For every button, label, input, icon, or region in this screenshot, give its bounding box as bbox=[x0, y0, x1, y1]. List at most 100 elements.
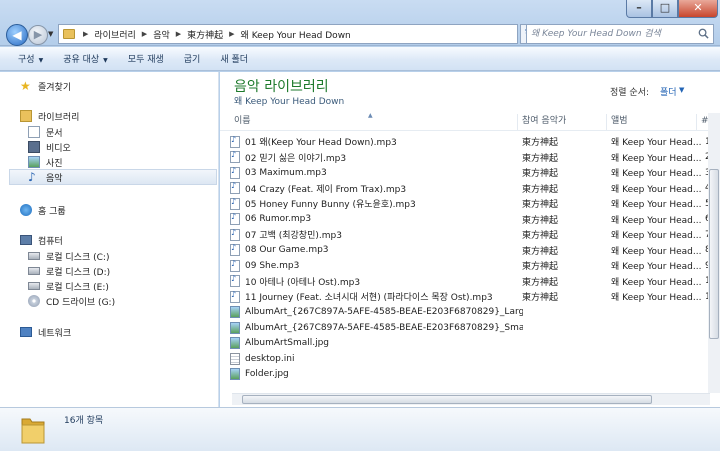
nav-videos[interactable]: 비디오 bbox=[28, 139, 71, 155]
forward-button[interactable]: ▶ bbox=[28, 25, 48, 45]
file-album: 왜 Keep Your Head... bbox=[611, 169, 701, 179]
file-album: 왜 Keep Your Head... bbox=[611, 184, 701, 195]
file-row[interactable]: 09 She.mp3東方神起왜 Keep Your Head...9 bbox=[230, 258, 711, 273]
file-album: 왜 Keep Your Head... bbox=[611, 262, 701, 272]
search-icon[interactable] bbox=[698, 28, 709, 39]
file-row[interactable]: AlbumArt_{267C897A-5AFE-4585-BEAE-E203F6… bbox=[230, 305, 523, 320]
new-folder-button[interactable]: 새 폴더 bbox=[214, 52, 262, 65]
sort-dropdown[interactable]: 폴더 bbox=[660, 85, 677, 98]
nav-libraries[interactable]: 라이브러리 bbox=[20, 108, 79, 124]
content-pane: 음악 라이브러리 왜 Keep Your Head Down 정렬 순서: 폴더… bbox=[220, 72, 720, 407]
file-row[interactable]: AlbumArt_{267C897A-5AFE-4585-BEAE-E203F6… bbox=[230, 320, 523, 335]
network-icon bbox=[20, 327, 32, 337]
organize-button[interactable]: 구성 ▼ bbox=[12, 52, 57, 65]
file-artist: 東方神起 bbox=[522, 231, 559, 241]
file-artist: 東方神起 bbox=[522, 262, 559, 272]
audio-file-icon bbox=[230, 166, 240, 179]
folder-icon bbox=[63, 29, 75, 39]
search-input[interactable]: 왜 Keep Your Head Down 검색 bbox=[526, 24, 714, 44]
minimize-button[interactable]: – bbox=[626, 0, 652, 18]
music-icon: ♪ bbox=[28, 170, 36, 184]
image-file-icon bbox=[230, 368, 240, 380]
audio-file-icon bbox=[230, 274, 240, 287]
play-all-button[interactable]: 모두 재생 bbox=[122, 52, 178, 65]
breadcrumb-libraries[interactable]: 라이브러리 bbox=[94, 28, 135, 41]
chevron-right-icon[interactable]: ▶ bbox=[229, 30, 234, 38]
column-header-album[interactable]: 앨범 bbox=[607, 114, 697, 130]
chevron-right-icon[interactable]: ▶ bbox=[83, 30, 88, 38]
vertical-scrollbar[interactable] bbox=[708, 113, 720, 393]
file-name: 10 아테나 (아테나 Ost).mp3 bbox=[245, 277, 361, 288]
nav-music[interactable]: ♪ 음악 bbox=[9, 169, 217, 185]
file-name: 06 Rumor.mp3 bbox=[245, 214, 312, 224]
breadcrumb-music[interactable]: 음악 bbox=[153, 28, 170, 41]
document-icon bbox=[28, 126, 40, 138]
page-title: 음악 라이브러리 bbox=[234, 79, 329, 95]
chevron-right-icon[interactable]: ▶ bbox=[176, 30, 181, 38]
chevron-right-icon[interactable]: ▶ bbox=[142, 30, 147, 38]
file-album: 왜 Keep Your Head... bbox=[611, 215, 701, 226]
scrollbar-thumb[interactable] bbox=[709, 169, 719, 339]
nav-drive-c[interactable]: 로컬 디스크 (C:) bbox=[28, 248, 109, 264]
file-row[interactable]: 11 Journey (Feat. 소녀시대 서현) (파라다이스 목장 Ost… bbox=[230, 289, 716, 304]
file-row[interactable]: 10 아테나 (아테나 Ost).mp3 東方神起 왜 Keep Your Head… bbox=[230, 274, 716, 289]
file-artist: 東方神起 bbox=[522, 215, 559, 226]
nav-pictures[interactable]: 사진 bbox=[28, 154, 63, 170]
file-row[interactable]: AlbumArtSmall.jpg bbox=[230, 336, 523, 351]
nav-drive-d[interactable]: 로컬 디스크 (D:) bbox=[28, 263, 110, 279]
back-button[interactable]: ◀ bbox=[6, 24, 28, 46]
details-pane: 16개 항목 bbox=[0, 407, 720, 451]
audio-file-icon bbox=[230, 259, 240, 272]
file-name: desktop.ini bbox=[245, 353, 295, 364]
nav-drive-e[interactable]: 로컬 디스크 (E:) bbox=[28, 278, 109, 294]
file-row[interactable]: Folder.jpg bbox=[230, 367, 523, 382]
file-album: 왜 Keep Your Head... bbox=[611, 246, 701, 257]
horizontal-scrollbar[interactable] bbox=[232, 393, 710, 405]
file-artist: 東方神起 bbox=[522, 246, 559, 257]
nav-documents[interactable]: 문서 bbox=[28, 124, 63, 140]
close-button[interactable]: ✕ bbox=[678, 0, 718, 18]
file-row[interactable]: 08 Our Game.mp3東方神起왜 Keep Your Head...8 bbox=[230, 243, 711, 258]
nav-homegroup[interactable]: 홈 그룹 bbox=[20, 202, 66, 218]
file-row[interactable]: 03 Maximum.mp3東方神起왜 Keep Your Head...3 bbox=[230, 165, 711, 180]
picture-icon bbox=[28, 156, 40, 168]
column-header-name[interactable]: 이름 bbox=[230, 114, 518, 130]
share-with-button[interactable]: 공유 대상 ▼ bbox=[57, 52, 122, 65]
file-row[interactable]: 07 고백 (최강창민).mp3東方神起왜 Keep Your Head...7 bbox=[230, 227, 711, 242]
nav-network[interactable]: 네트워크 bbox=[20, 324, 71, 340]
file-row[interactable]: 04 Crazy (Feat. 제이 From Trax).mp3 東方神起 왜 K… bbox=[230, 181, 711, 196]
file-row[interactable]: 01 왜(Keep Your Head Down).mp3 東方神起 왜 Keep … bbox=[230, 134, 711, 149]
nav-drive-g[interactable]: CD 드라이브 (G:) bbox=[28, 293, 115, 309]
maximize-button[interactable]: □ bbox=[652, 0, 678, 18]
file-name: 01 왜(Keep Your Head Down).mp3 bbox=[245, 138, 397, 148]
nav-computer[interactable]: 컴퓨터 bbox=[20, 232, 63, 248]
header-divider bbox=[220, 130, 720, 131]
nav-favorites[interactable]: ★ 즐겨찾기 bbox=[20, 78, 71, 94]
file-artist: 東方神起 bbox=[522, 169, 559, 179]
column-header-artist[interactable]: 참여 음악가 bbox=[518, 114, 607, 130]
chevron-down-icon[interactable]: ▼ bbox=[679, 86, 684, 94]
item-count: 16개 항목 bbox=[64, 416, 104, 426]
file-album: 왜 Keep Your Head... bbox=[611, 277, 701, 288]
file-artist: 東方神起 bbox=[522, 293, 559, 303]
audio-file-icon bbox=[230, 150, 240, 163]
file-row[interactable]: 06 Rumor.mp3東方神起왜 Keep Your Head...6 bbox=[230, 212, 711, 227]
file-artist: 東方神起 bbox=[522, 277, 559, 288]
audio-file-icon bbox=[230, 197, 240, 210]
audio-file-icon bbox=[230, 181, 240, 194]
file-row[interactable]: 02 믿기 싫은 이야기.mp3東方神起왜 Keep Your Head...2 bbox=[230, 150, 711, 165]
breadcrumb-album[interactable]: 왜 Keep Your Head Down bbox=[241, 28, 351, 41]
breadcrumb-artist[interactable]: 東方神起 bbox=[187, 28, 223, 41]
file-row[interactable]: 05 Honey Funny Bunny (유노윤호).mp3 東方神起 왜 Kee… bbox=[230, 196, 711, 211]
file-row[interactable]: desktop.ini bbox=[230, 351, 523, 366]
address-bar[interactable]: ▶ 라이브러리 ▶ 음악 ▶ 東方神起 ▶ 왜 Keep Your Head D… bbox=[58, 24, 570, 44]
navigation-pane: ★ 즐겨찾기 라이브러리 문서 비디오 사진 ♪ 음악 홈 그룹 컴퓨터 로컬 … bbox=[0, 72, 219, 407]
file-name: 08 Our Game.mp3 bbox=[245, 245, 329, 255]
file-album: 왜 Keep Your Head... bbox=[611, 293, 701, 303]
recent-pages-dropdown[interactable]: ▼ bbox=[48, 30, 53, 38]
file-name: 02 믿기 싫은 이야기.mp3 bbox=[245, 153, 347, 164]
burn-button[interactable]: 굽기 bbox=[178, 52, 215, 65]
sort-label: 정렬 순서: bbox=[610, 88, 650, 98]
scrollbar-thumb[interactable] bbox=[242, 395, 652, 404]
file-artist: 東方神起 bbox=[522, 138, 559, 148]
